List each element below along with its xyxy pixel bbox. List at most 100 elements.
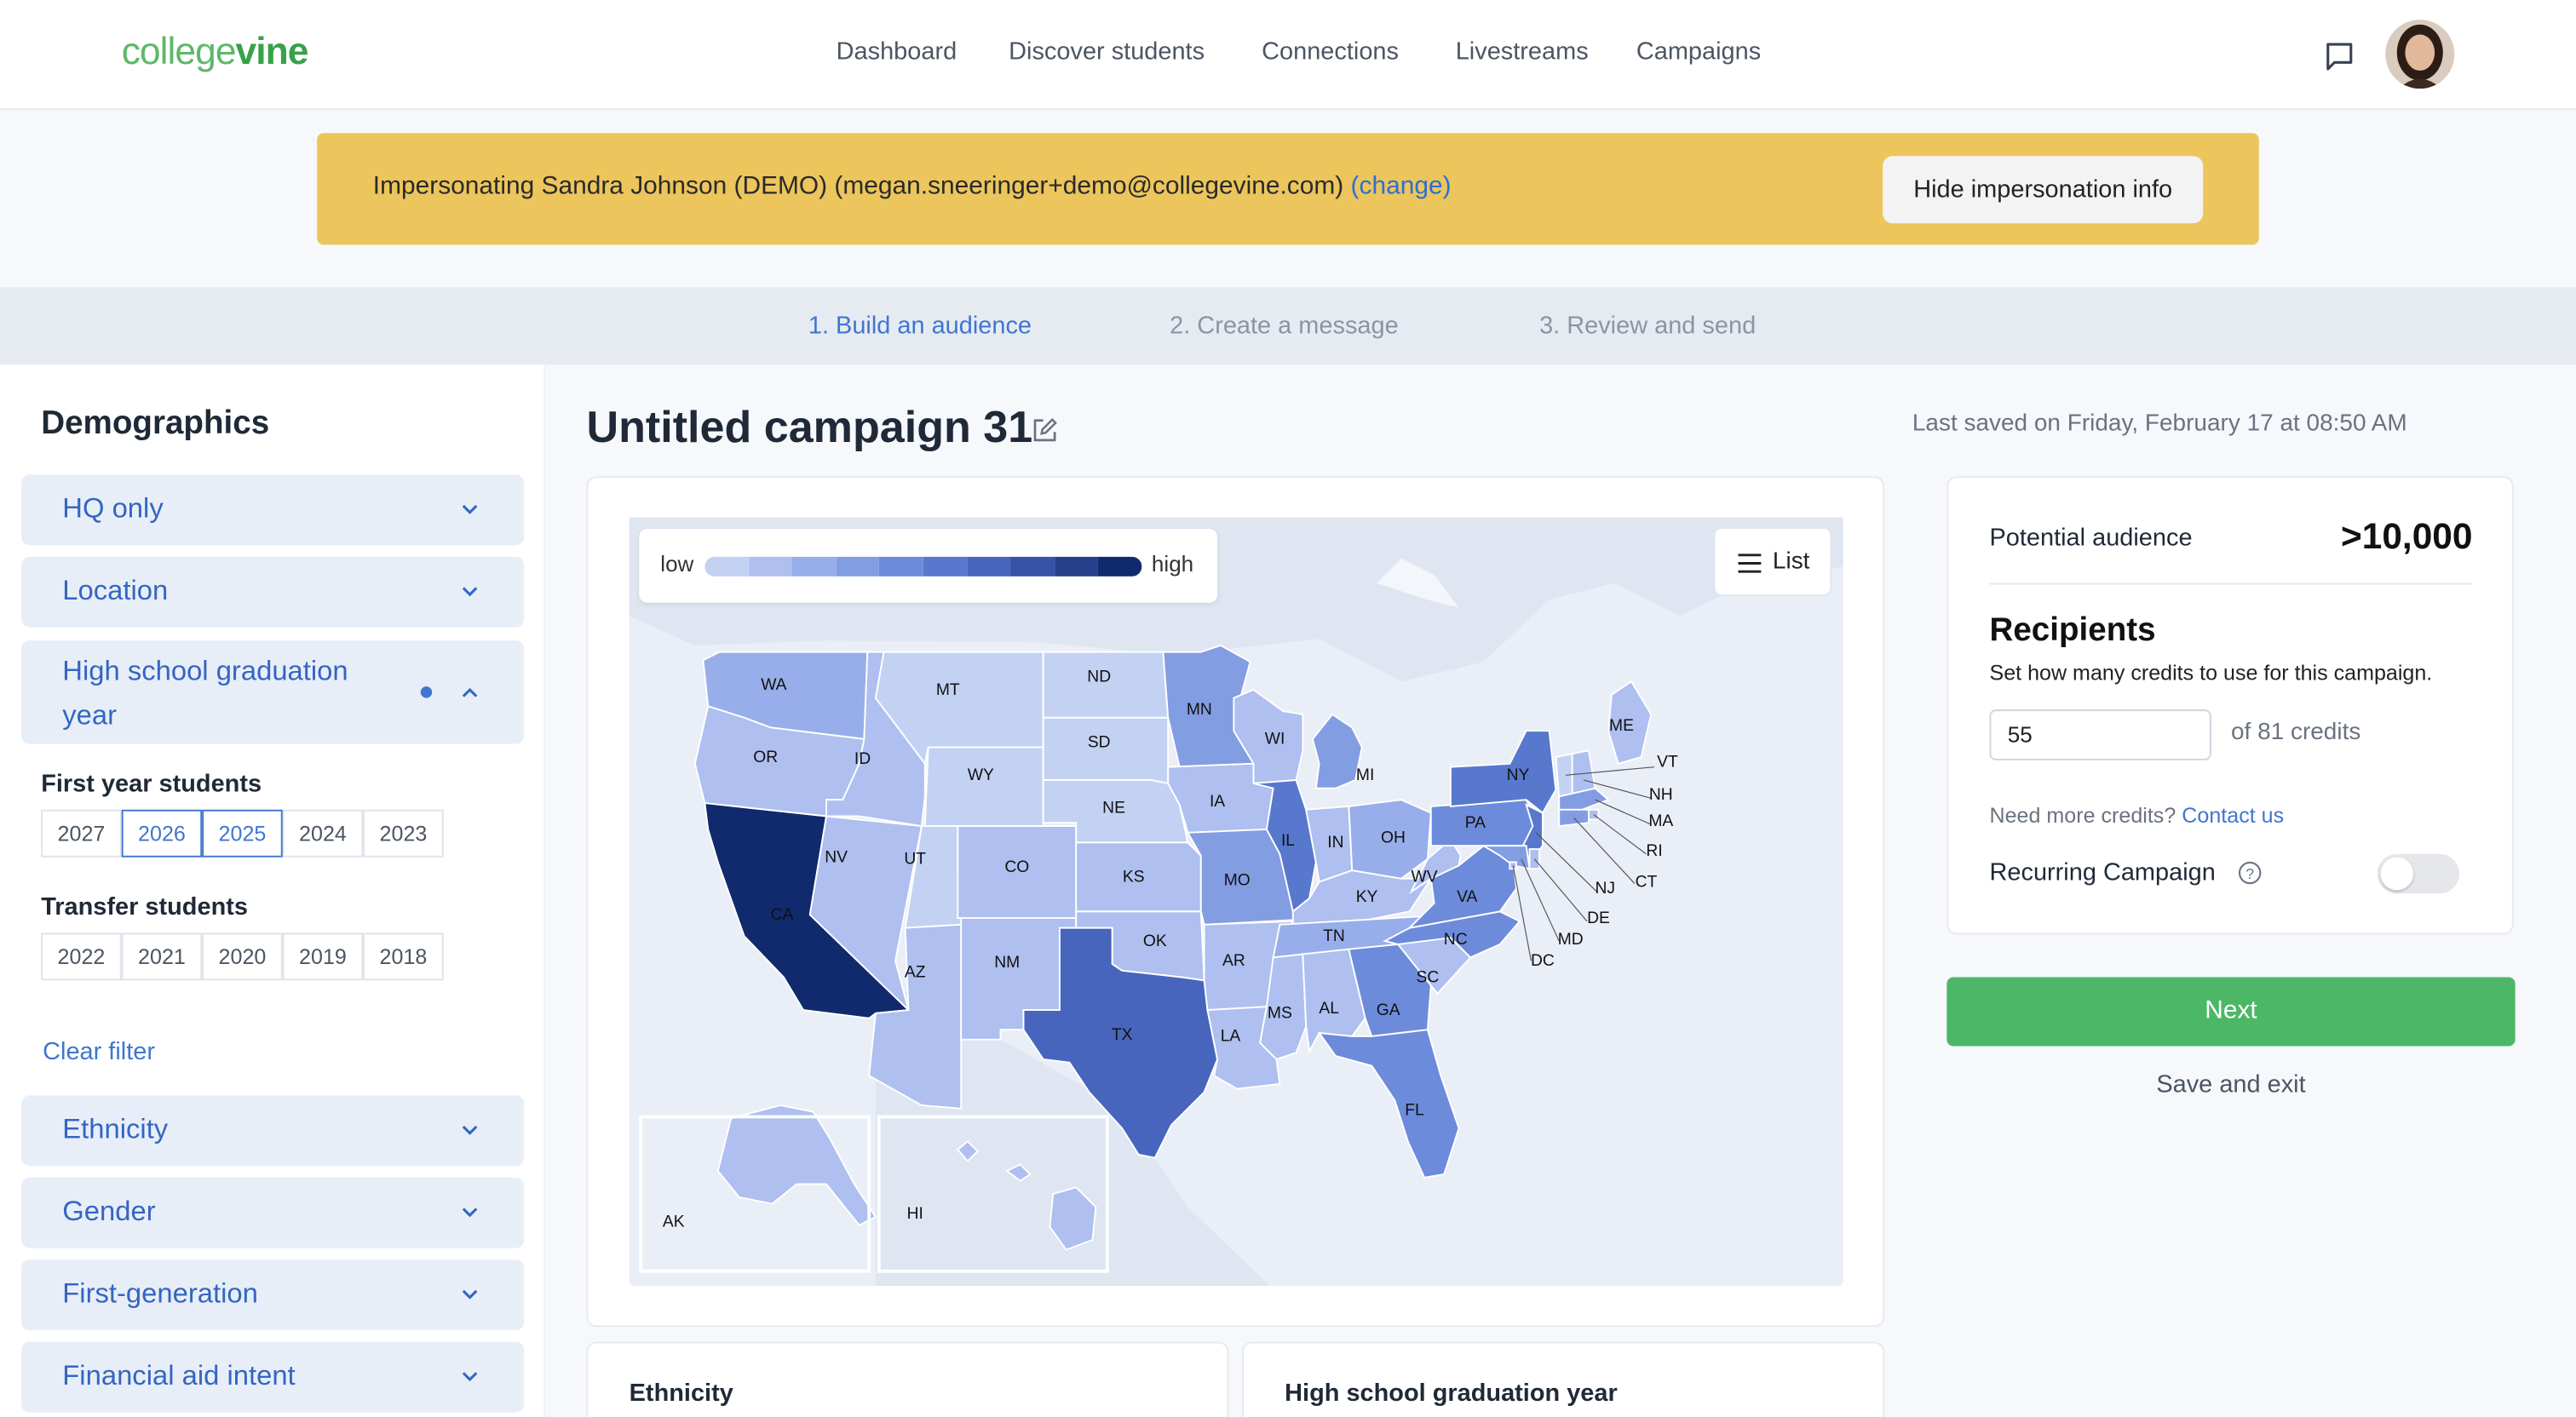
state-label-ma: MA <box>1648 812 1673 830</box>
credits-input[interactable] <box>1989 709 2211 760</box>
credits-total: of 81 credits <box>2230 719 2361 746</box>
nav-connections[interactable]: Connections <box>1262 37 1399 66</box>
filter-ethnicity[interactable]: Ethnicity <box>21 1095 525 1167</box>
filter-hq-only[interactable]: HQ only <box>21 474 525 546</box>
next-button[interactable]: Next <box>1946 977 2516 1047</box>
top-nav-bar: collegevine Dashboard Discover students … <box>0 0 2576 111</box>
help-icon[interactable]: ? <box>2238 861 2263 886</box>
state-label-ms: MS <box>1268 1005 1292 1023</box>
legend-swatch <box>967 556 1011 577</box>
state-label-sd: SD <box>1088 733 1111 751</box>
us-choropleth-map: WA OR CA ID NV MT WY UT CO AZ NM ND SD NE KS OK TX MN IA MO… <box>629 517 1843 1287</box>
recipients-title: Recipients <box>1989 612 2156 649</box>
state-label-in: IN <box>1327 834 1343 852</box>
state-label-co: CO <box>1004 858 1029 876</box>
filter-hs-graduation-year[interactable]: High school graduation year <box>21 640 525 744</box>
step-create-message[interactable]: 2. Create a message <box>1170 312 1399 340</box>
edit-icon[interactable] <box>1032 417 1058 444</box>
chevron-down-icon <box>462 1372 478 1382</box>
chevron-down-icon <box>462 504 478 514</box>
state-ak[interactable] <box>716 1104 877 1226</box>
svg-text:?: ? <box>2245 865 2254 882</box>
first-year-2024[interactable]: 2024 <box>282 809 364 858</box>
state-label-id: ID <box>854 750 871 768</box>
clear-filter-link[interactable]: Clear filter <box>43 1038 155 1066</box>
first-year-title: First year students <box>41 770 262 799</box>
nav-discover-students[interactable]: Discover students <box>1009 37 1205 66</box>
hs-graduation-year-card: High school graduation year <box>1241 1341 1885 1417</box>
potential-audience-value: >10,000 <box>2340 515 2473 557</box>
list-icon <box>1738 554 1762 573</box>
contact-us-link[interactable]: Contact us <box>2182 803 2284 828</box>
state-label-mt: MT <box>936 681 960 699</box>
wizard-steps: 1. Build an audience 2. Create a message… <box>0 287 2576 365</box>
state-de[interactable] <box>1528 848 1541 870</box>
legend-swatch <box>1097 556 1142 577</box>
first-year-2023[interactable]: 2023 <box>363 809 444 858</box>
step-build-audience[interactable]: 1. Build an audience <box>808 312 1032 340</box>
state-label-nc: NC <box>1444 931 1468 949</box>
legend-swatch <box>748 556 792 577</box>
state-label-me: ME <box>1609 717 1634 735</box>
state-wy[interactable] <box>923 746 1044 828</box>
collegevine-logo[interactable]: collegevine <box>122 30 309 74</box>
state-label-az: AZ <box>905 963 926 981</box>
hide-impersonation-button[interactable]: Hide impersonation info <box>1883 156 2204 224</box>
first-year-2026[interactable]: 2026 <box>121 809 203 858</box>
state-label-sc: SC <box>1417 968 1440 986</box>
filter-first-generation[interactable]: First-generation <box>21 1259 525 1331</box>
impersonation-banner: Impersonating Sandra Johnson (DEMO) (meg… <box>317 133 2259 245</box>
toggle-knob <box>2380 857 2414 891</box>
transfer-year-2020[interactable]: 2020 <box>202 932 283 981</box>
state-label-nd: ND <box>1087 668 1111 686</box>
transfer-year-2022[interactable]: 2022 <box>41 932 122 981</box>
transfer-year-2019[interactable]: 2019 <box>282 932 364 981</box>
state-ct[interactable] <box>1558 808 1590 828</box>
state-label-wv: WV <box>1412 869 1438 886</box>
legend-swatch <box>1054 556 1098 577</box>
first-year-2025[interactable]: 2025 <box>202 809 283 858</box>
recurring-campaign-toggle[interactable] <box>2377 853 2460 894</box>
state-label-oh: OH <box>1381 829 1406 846</box>
transfer-year-2018[interactable]: 2018 <box>363 932 444 981</box>
filter-location[interactable]: Location <box>21 556 525 628</box>
state-fl[interactable] <box>1317 1029 1460 1179</box>
need-more-credits: Need more credits? Contact us <box>1989 803 2285 828</box>
save-and-exit-link[interactable]: Save and exit <box>1946 1070 2515 1099</box>
state-label-ga: GA <box>1377 1001 1400 1019</box>
chat-icon[interactable] <box>2323 39 2356 72</box>
legend-high-label: high <box>1151 551 1194 577</box>
state-mi[interactable] <box>1311 713 1363 789</box>
chevron-down-icon <box>462 1208 478 1218</box>
state-label-ne: NE <box>1102 800 1125 818</box>
state-ny[interactable] <box>1449 730 1557 815</box>
state-label-mi: MI <box>1356 766 1374 784</box>
state-label-mo: MO <box>1224 871 1251 889</box>
filter-gender[interactable]: Gender <box>21 1177 525 1248</box>
state-ri[interactable] <box>1587 808 1600 821</box>
state-label-nh: NH <box>1649 786 1673 804</box>
state-label-hi: HI <box>907 1205 923 1223</box>
transfer-year-2021[interactable]: 2021 <box>121 932 203 981</box>
first-year-2027[interactable]: 2027 <box>41 809 122 858</box>
demographics-sidebar: Demographics HQ only Location High schoo… <box>0 364 546 1417</box>
state-label-la: LA <box>1221 1028 1241 1046</box>
state-label-va: VA <box>1457 888 1477 906</box>
state-label-or: OR <box>753 749 778 766</box>
list-view-button[interactable]: List <box>1713 527 1832 597</box>
chevron-up-icon <box>462 687 478 697</box>
nav-dashboard[interactable]: Dashboard <box>837 37 957 66</box>
legend-low-label: low <box>660 551 694 577</box>
map-legend: low high <box>639 528 1218 603</box>
state-label-nm: NM <box>994 954 1020 972</box>
campaign-title: Untitled campaign 31 <box>586 402 1033 452</box>
recipients-subtitle: Set how many credits to use for this cam… <box>1989 660 2433 686</box>
user-avatar[interactable] <box>2385 20 2455 89</box>
step-review-send[interactable]: 3. Review and send <box>1539 312 1756 340</box>
nav-campaigns[interactable]: Campaigns <box>1636 37 1761 66</box>
change-impersonation-link[interactable]: (change) <box>1351 172 1452 200</box>
filter-financial-aid-intent[interactable]: Financial aid intent <box>21 1341 525 1413</box>
recurring-campaign-label: Recurring Campaign <box>1989 858 2216 887</box>
state-label-ky: KY <box>1356 888 1378 906</box>
nav-livestreams[interactable]: Livestreams <box>1456 37 1589 66</box>
